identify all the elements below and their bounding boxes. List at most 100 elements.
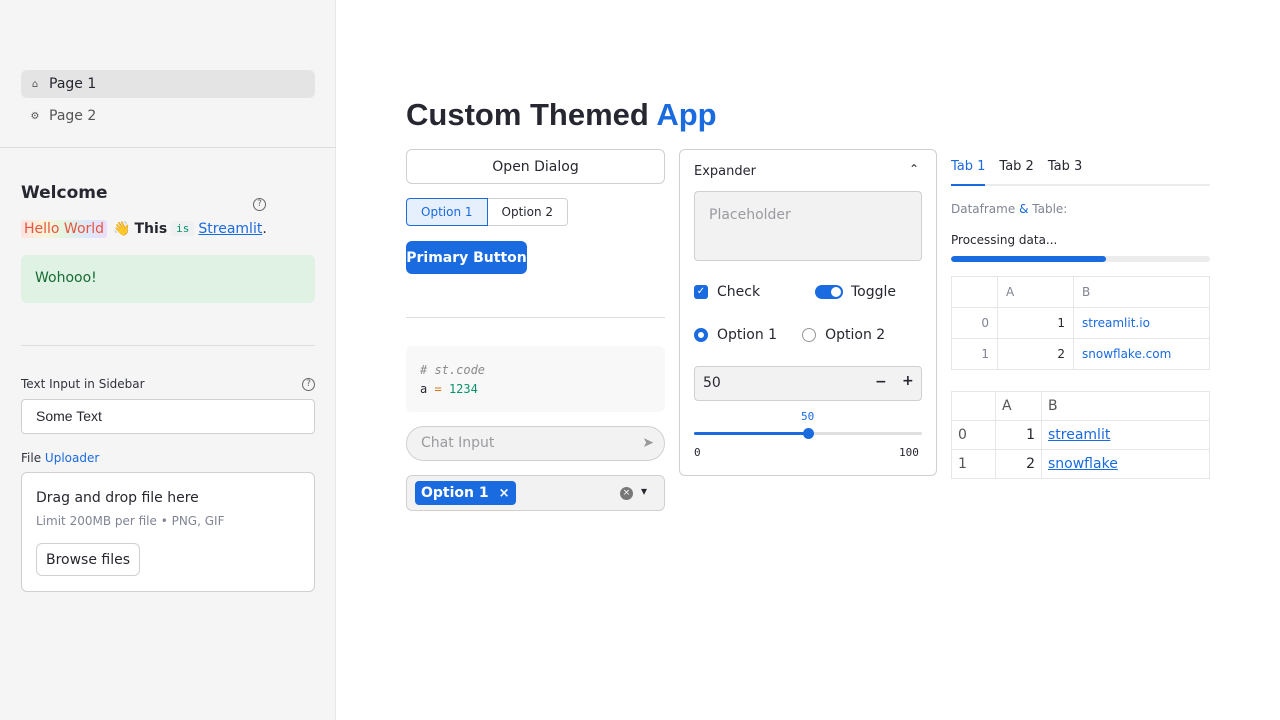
success-alert: Wohooo! — [21, 255, 315, 303]
period-text: . — [262, 220, 267, 237]
file-uploader-dropzone[interactable]: Drag and drop file here Limit 200MB per … — [21, 472, 315, 592]
send-icon[interactable]: ➤ — [642, 427, 654, 460]
slider-thumb[interactable] — [803, 428, 814, 439]
radio-option-2-label: Option 2 — [825, 327, 886, 343]
streamlit-link[interactable]: Streamlit — [198, 221, 262, 237]
radio-group: Option 1 Option 2 — [694, 327, 885, 343]
clear-icon[interactable]: × — [620, 487, 633, 500]
rainbow-text: Hello World — [21, 219, 108, 238]
help-icon[interactable]: ? — [253, 198, 266, 211]
dataframe-header-row: A B — [951, 276, 1210, 308]
table-row: 0 1 streamlit — [951, 420, 1210, 450]
multiselect[interactable]: Option 1 × × ▾ — [406, 475, 665, 511]
segmented-control: Option 1 Option 2 — [406, 198, 568, 226]
code-value: 1234 — [448, 382, 478, 396]
dataframe-link-cell[interactable]: streamlit.io — [1073, 307, 1210, 339]
slider[interactable] — [694, 428, 922, 439]
segment-option-2[interactable]: Option 2 — [487, 198, 568, 226]
nav-item-page-1[interactable]: ⌂ Page 1 — [21, 70, 315, 98]
page-title-accent: App — [656, 97, 717, 132]
table-link-cell[interactable]: snowflake — [1041, 449, 1210, 479]
file-uploader-label: File Uploader — [21, 451, 99, 465]
page-title: Custom Themed App — [406, 97, 717, 133]
table-index-cell: 0 — [951, 420, 996, 450]
chevron-up-icon[interactable]: ⌃ — [909, 162, 919, 176]
dataframe-row: 1 2 snowflake.com — [951, 338, 1210, 370]
sidebar-nav: ⌂ Page 1 ⚙ Page 2 — [21, 70, 315, 134]
table-header-row: A B — [951, 391, 1210, 421]
chevron-down-icon[interactable]: ▾ — [641, 484, 647, 498]
plus-icon[interactable]: + — [902, 373, 914, 389]
dataframe-index-cell: 1 — [951, 338, 998, 370]
open-dialog-button[interactable]: Open Dialog — [406, 149, 665, 184]
text-area[interactable]: Placeholder — [694, 191, 922, 261]
primary-button[interactable]: Primary Button — [406, 241, 527, 274]
code-op: = — [434, 382, 442, 396]
tab-1[interactable]: Tab 1 — [951, 149, 986, 186]
dataframe-col-header[interactable]: A — [997, 276, 1074, 308]
sidebar: ⌂ Page 1 ⚙ Page 2 Welcome ? Hello World … — [0, 0, 336, 720]
table-index-cell: 1 — [951, 449, 996, 479]
dataframe-table-label: Dataframe & Table: — [951, 202, 1067, 216]
chat-input[interactable]: Chat Input ➤ — [406, 426, 665, 461]
segment-option-1[interactable]: Option 1 — [406, 198, 488, 226]
checkbox-check-icon: ✓ — [694, 285, 708, 299]
file-uploader-label-prefix: File — [21, 451, 42, 465]
radio-option-1[interactable] — [694, 328, 708, 342]
divider — [406, 317, 665, 318]
number-input[interactable]: 50 − + — [694, 366, 922, 401]
dataframe-link-cell[interactable]: snowflake.com — [1073, 338, 1210, 370]
radio-option-2[interactable] — [802, 328, 817, 342]
tab-2[interactable]: Tab 2 — [999, 149, 1033, 186]
dataframe-cell[interactable]: 2 — [997, 338, 1074, 370]
expander: Expander ⌃ Placeholder ✓ Check Toggle Op… — [679, 149, 937, 476]
table-link-cell[interactable]: streamlit — [1041, 420, 1210, 450]
file-limit-text: Limit 200MB per file • PNG, GIF — [36, 514, 225, 528]
df-label-a: Dataframe — [951, 202, 1016, 216]
tab-bar: Tab 1 Tab 2 Tab 3 — [951, 149, 1210, 186]
browse-files-button[interactable]: Browse files — [36, 543, 140, 576]
page-title-part1: Custom Themed — [406, 97, 649, 132]
toggle[interactable]: Toggle — [815, 284, 896, 300]
code-line: a = 1234 — [420, 380, 651, 399]
rainbow-text-content: Hello World — [24, 220, 105, 237]
table-row: 1 2 snowflake — [951, 449, 1210, 479]
slider-max-label: 100 — [899, 446, 919, 459]
toggle-label: Toggle — [851, 284, 897, 300]
sidebar-text-input[interactable]: Some Text — [21, 399, 315, 434]
table-link[interactable]: streamlit — [1048, 427, 1110, 443]
tab-3[interactable]: Tab 3 — [1048, 149, 1082, 186]
slider-value-label: 50 — [801, 410, 815, 423]
checkbox[interactable]: ✓ Check — [694, 284, 760, 300]
toggle-switch — [815, 285, 843, 299]
dataframe[interactable]: A B 0 1 streamlit.io 1 2 snowflake.com — [951, 276, 1210, 370]
dataframe-col-header[interactable]: B — [1073, 276, 1210, 308]
multiselect-chip: Option 1 × — [415, 481, 516, 505]
number-input-value: 50 — [703, 375, 721, 391]
chip-remove-icon[interactable]: × — [499, 486, 510, 501]
df-label-amp: & — [1019, 202, 1029, 216]
inline-code: is — [171, 221, 195, 236]
expander-title[interactable]: Expander — [694, 164, 756, 179]
table-link[interactable]: snowflake — [1048, 456, 1118, 472]
df-label-b: Table: — [1032, 202, 1068, 216]
table-cell: 1 — [995, 420, 1042, 450]
progress-text: Processing data... — [951, 233, 1058, 247]
gear-icon: ⚙ — [30, 110, 40, 122]
sidebar-nav-divider — [0, 147, 336, 148]
nav-item-page-2[interactable]: ⚙ Page 2 — [21, 102, 315, 130]
dataframe-row: 0 1 streamlit.io — [951, 307, 1210, 339]
help-icon[interactable]: ? — [302, 378, 315, 391]
chip-label: Option 1 — [421, 485, 489, 501]
nav-item-label: Page 1 — [49, 76, 97, 92]
slider-fill — [694, 432, 808, 435]
file-uploader-label-link: Uploader — [44, 451, 100, 465]
code-comment: # st.code — [420, 363, 486, 377]
minus-icon[interactable]: − — [875, 374, 887, 390]
dataframe-cell[interactable]: 1 — [997, 307, 1074, 339]
code-block: # st.code a = 1234 — [406, 346, 665, 412]
code-var: a — [420, 382, 428, 396]
progress-bar — [951, 256, 1210, 262]
checkbox-label: Check — [717, 284, 761, 300]
text-input-label: Text Input in Sidebar — [21, 377, 145, 391]
